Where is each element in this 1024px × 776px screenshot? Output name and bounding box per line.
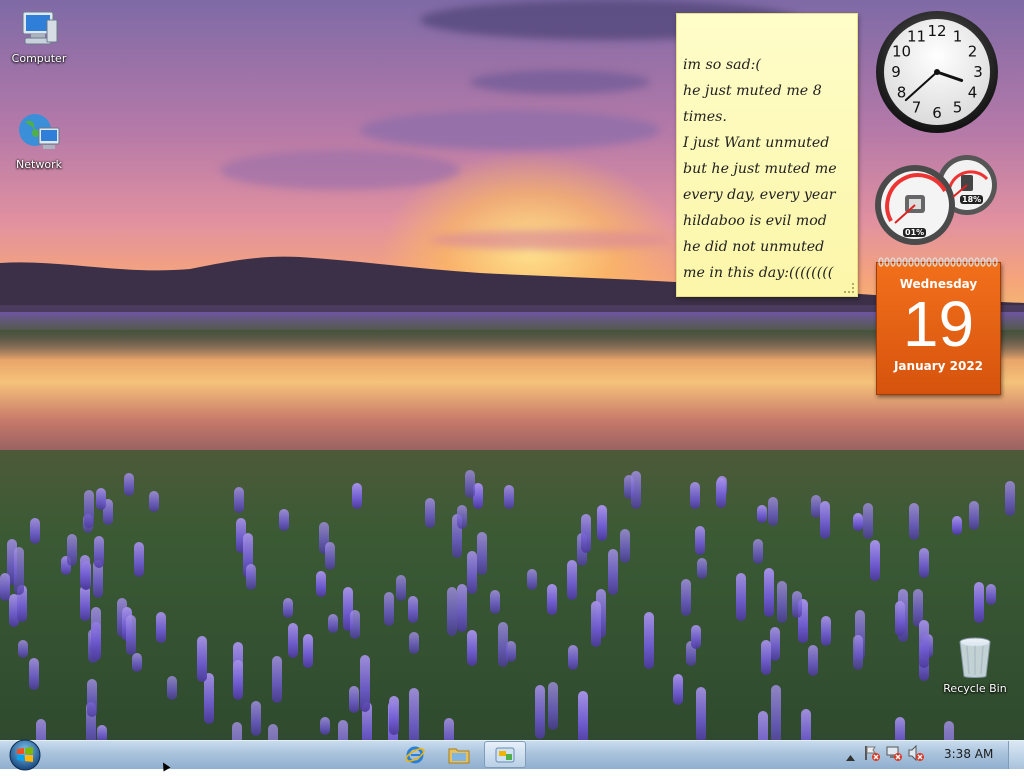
- taskbar: 3:38 AM: [0, 738, 1024, 772]
- sticky-note-line: me in this day:((((((((: [683, 265, 834, 281]
- sticky-note-line: hildaboo is evil mod: [683, 213, 827, 229]
- calendar-gadget[interactable]: Wednesday 19 January 2022: [876, 257, 1001, 395]
- show-desktop-button[interactable]: [1008, 741, 1024, 769]
- clock-numeral: 4: [968, 84, 978, 102]
- desktop-icon-recycle-bin[interactable]: Recycle Bin: [940, 636, 1010, 695]
- memory-usage-label: 18%: [960, 195, 984, 204]
- calendar-month-year: January 2022: [893, 359, 984, 373]
- sticky-note-text[interactable]: im so sad:( he just muted me 8 times. I …: [683, 52, 857, 286]
- clock-numeral: 11: [907, 28, 926, 46]
- clock-numeral: 5: [953, 99, 963, 117]
- desktop-wallpaper: [0, 0, 1024, 740]
- calendar-day: 19: [902, 288, 975, 360]
- taskbar-windows-explorer[interactable]: [438, 741, 480, 768]
- sticky-note[interactable]: im so sad:( he just muted me 8 times. I …: [676, 13, 858, 297]
- clock-numeral: 8: [897, 84, 907, 102]
- desktop-icon-label: Network: [16, 158, 62, 171]
- start-button[interactable]: [7, 738, 43, 772]
- volume-muted-icon: [908, 744, 924, 762]
- desktop-icon-network[interactable]: Network: [4, 112, 74, 171]
- resize-grip-icon[interactable]: [844, 283, 854, 293]
- taskbar-internet-explorer[interactable]: [394, 741, 436, 768]
- windows-explorer-icon: [448, 748, 470, 763]
- taskbar-gadgets[interactable]: [484, 741, 526, 768]
- clock-numeral: 6: [932, 104, 942, 122]
- tray-action-center[interactable]: [863, 744, 885, 766]
- system-tray: [843, 741, 929, 769]
- clock-numeral: 1: [953, 28, 963, 46]
- sticky-note-line: he just muted me 8: [683, 83, 822, 99]
- sticky-note-line: times.: [683, 109, 727, 125]
- taskbar-clock[interactable]: 3:38 AM: [944, 747, 993, 761]
- sticky-note-line: im so sad:(: [683, 57, 761, 73]
- network-icon: [17, 112, 61, 152]
- recycle-bin-icon: [953, 636, 997, 678]
- desktop-icon-label: Recycle Bin: [943, 682, 1007, 695]
- desktop-icon-label: Computer: [11, 52, 67, 65]
- clock-numeral: 3: [973, 63, 983, 81]
- gadgets-icon: [495, 747, 515, 762]
- desktop-icon-computer[interactable]: Computer: [4, 10, 74, 65]
- cpu-usage-label: 01%: [903, 228, 927, 237]
- internet-explorer-icon: [405, 746, 425, 763]
- clock-gadget[interactable]: 12 1 2 3 4 5 6 7 8 9 10 11: [875, 10, 999, 134]
- clock-numeral: 12: [927, 22, 946, 40]
- network-status-icon: [886, 746, 902, 761]
- tray-network-status[interactable]: [885, 744, 907, 766]
- windows-start-orb-icon: [9, 739, 41, 771]
- cpu-meter-gadget[interactable]: 01% 18%: [875, 153, 1001, 249]
- clock-face: 12 1234567891011: [876, 11, 998, 133]
- tray-overflow-chevron[interactable]: [843, 746, 857, 765]
- clock-numeral: 9: [891, 63, 901, 81]
- sticky-note-line: he did not unmuted: [683, 239, 825, 255]
- tray-volume[interactable]: [907, 744, 929, 766]
- sticky-note-line: but he just muted me: [683, 161, 837, 177]
- computer-icon: [17, 10, 61, 50]
- action-center-flag-icon: [865, 746, 880, 761]
- clock-numeral: 2: [968, 43, 978, 61]
- sticky-note-line: every day, every year: [683, 187, 836, 203]
- calendar-rings-icon: [878, 257, 998, 267]
- sticky-note-line: I just Want unmuted: [683, 135, 830, 151]
- chevron-up-icon: [845, 754, 855, 761]
- clock-numeral: 7: [912, 99, 922, 117]
